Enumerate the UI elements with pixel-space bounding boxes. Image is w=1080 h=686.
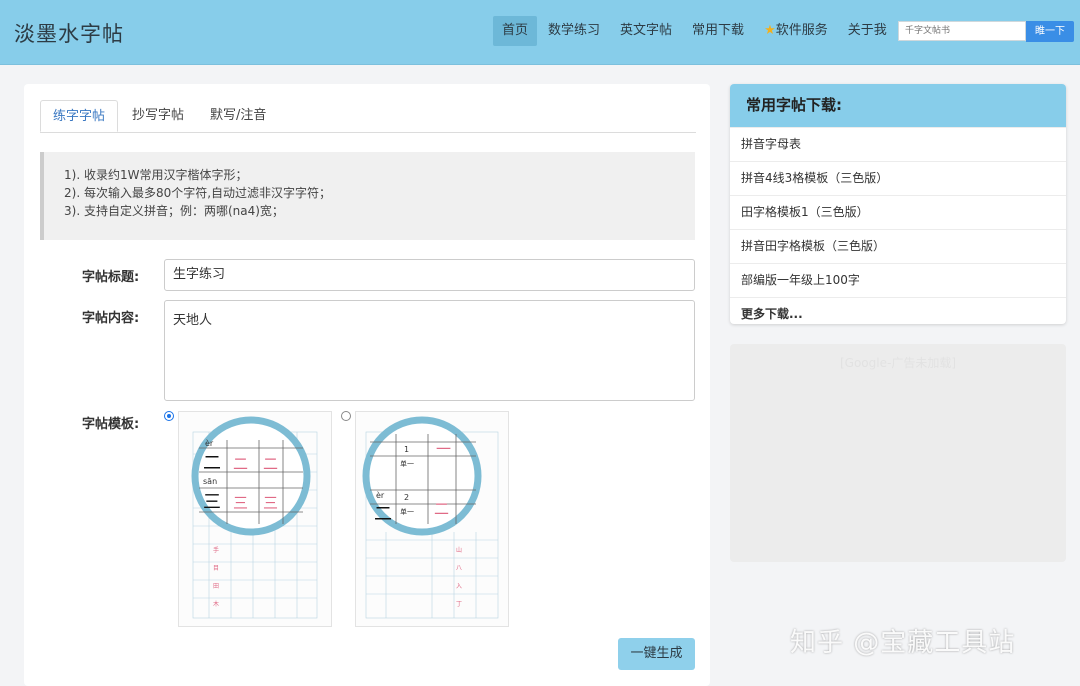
search-input[interactable]: [898, 21, 1026, 41]
svg-text:田: 田: [213, 583, 219, 590]
download-link[interactable]: 拼音田字格模板（三色版）: [730, 229, 1066, 263]
download-link[interactable]: 拼音4线3格模板（三色版）: [730, 161, 1066, 195]
download-link[interactable]: 田字格模板1（三色版）: [730, 195, 1066, 229]
svg-text:1: 1: [404, 445, 409, 454]
notice-line: 2). 每次输入最多80个字符,自动过滤非汉字字符；: [64, 186, 332, 200]
title-input[interactable]: 生字练习: [164, 259, 695, 291]
nav-home[interactable]: 首页: [493, 16, 538, 46]
svg-text:2: 2: [404, 493, 409, 502]
template-radio-2[interactable]: [341, 411, 351, 421]
download-link[interactable]: 部编版一年级上100字: [730, 263, 1066, 297]
svg-text:单一: 单一: [400, 507, 414, 516]
svg-text:三: 三: [263, 494, 278, 512]
ad-placeholder-text: [Google-广告未加载]: [839, 356, 956, 370]
svg-text:八: 八: [456, 565, 462, 572]
tab-bar: 练字字帖 抄写字帖 默写/注音: [40, 100, 696, 133]
more-downloads-link[interactable]: 更多下载...: [730, 297, 1066, 324]
nav-software[interactable]: ★软件服务: [755, 16, 837, 46]
svg-text:山: 山: [456, 546, 462, 554]
template-radio-1[interactable]: [164, 411, 174, 421]
tab-dictation[interactable]: 默写/注音: [198, 100, 278, 132]
svg-text:目: 目: [213, 565, 219, 572]
tab-copy[interactable]: 抄写字帖: [120, 100, 196, 132]
svg-text:单一: 单一: [400, 459, 414, 468]
svg-text:二: 二: [233, 455, 248, 473]
svg-text:丁: 丁: [456, 601, 462, 608]
template-preview-2: 山八入丁 1 单一 一 èr 二 2 单一 二: [362, 416, 499, 619]
nav-downloads[interactable]: 常用下载: [683, 16, 753, 46]
svg-text:入: 入: [456, 583, 462, 590]
title-label: 字帖标题:: [82, 270, 140, 285]
svg-text:二: 二: [263, 455, 278, 473]
notice-line: 1). 收录约1W常用汉字楷体字形；: [64, 168, 248, 182]
svg-text:三: 三: [233, 494, 248, 512]
nav-math[interactable]: 数学练习: [539, 16, 609, 46]
main-panel: 练字字帖 抄写字帖 默写/注音 1). 收录约1W常用汉字楷体字形； 2). 每…: [24, 84, 710, 686]
generate-button[interactable]: 一键生成: [618, 638, 695, 670]
svg-text:三: 三: [203, 492, 221, 513]
content-label: 字帖内容:: [82, 311, 140, 326]
star-icon: ★: [764, 23, 776, 38]
svg-text:一: 一: [436, 440, 451, 458]
nav-about[interactable]: 关于我: [839, 16, 896, 46]
template-thumbnail-1[interactable]: 手目田木 èr 二 二 二 sān 三 三 三: [178, 411, 332, 627]
site-logo[interactable]: 淡墨水字帖: [14, 18, 124, 48]
content-textarea[interactable]: 天地人: [164, 300, 695, 401]
svg-text:二: 二: [203, 453, 221, 474]
svg-text:èr: èr: [376, 490, 385, 500]
svg-text:木: 木: [213, 600, 219, 608]
template-label: 字帖模板:: [82, 417, 140, 432]
nav-software-label: 软件服务: [775, 23, 828, 38]
nav-english[interactable]: 英文字帖: [611, 16, 681, 46]
notice-box: 1). 收录约1W常用汉字楷体字形； 2). 每次输入最多80个字符,自动过滤非…: [40, 152, 695, 240]
svg-text:手: 手: [213, 546, 219, 554]
svg-text:èr: èr: [205, 438, 214, 448]
svg-text:sān: sān: [203, 477, 217, 486]
download-link[interactable]: 拼音字母表: [730, 127, 1066, 161]
downloads-title: 常用字帖下载:: [730, 84, 1066, 127]
notice-line: 3). 支持自定义拼音；例：两哪(na4)宽；: [64, 204, 284, 218]
top-header: 淡墨水字帖 首页 数学练习 英文字帖 常用下载 ★软件服务 关于我 睢一下: [0, 0, 1080, 65]
template-thumbnail-2[interactable]: 山八入丁 1 单一 一 èr 二 2 单一 二: [355, 411, 509, 627]
svg-text:二: 二: [374, 504, 392, 525]
search-button[interactable]: 睢一下: [1026, 21, 1074, 42]
downloads-card: 常用字帖下载: 拼音字母表 拼音4线3格模板（三色版） 田字格模板1（三色版） …: [730, 84, 1066, 324]
watermark: 知乎 @宝藏工具站: [790, 628, 1016, 658]
ad-placeholder: [Google-广告未加载]: [730, 344, 1066, 562]
svg-text:二: 二: [434, 500, 449, 518]
tab-practice[interactable]: 练字字帖: [40, 100, 119, 132]
main-nav: 首页 数学练习 英文字帖 常用下载 ★软件服务 关于我: [493, 16, 898, 46]
template-preview-1: 手目田木 èr 二 二 二 sān 三 三 三: [191, 416, 318, 619]
